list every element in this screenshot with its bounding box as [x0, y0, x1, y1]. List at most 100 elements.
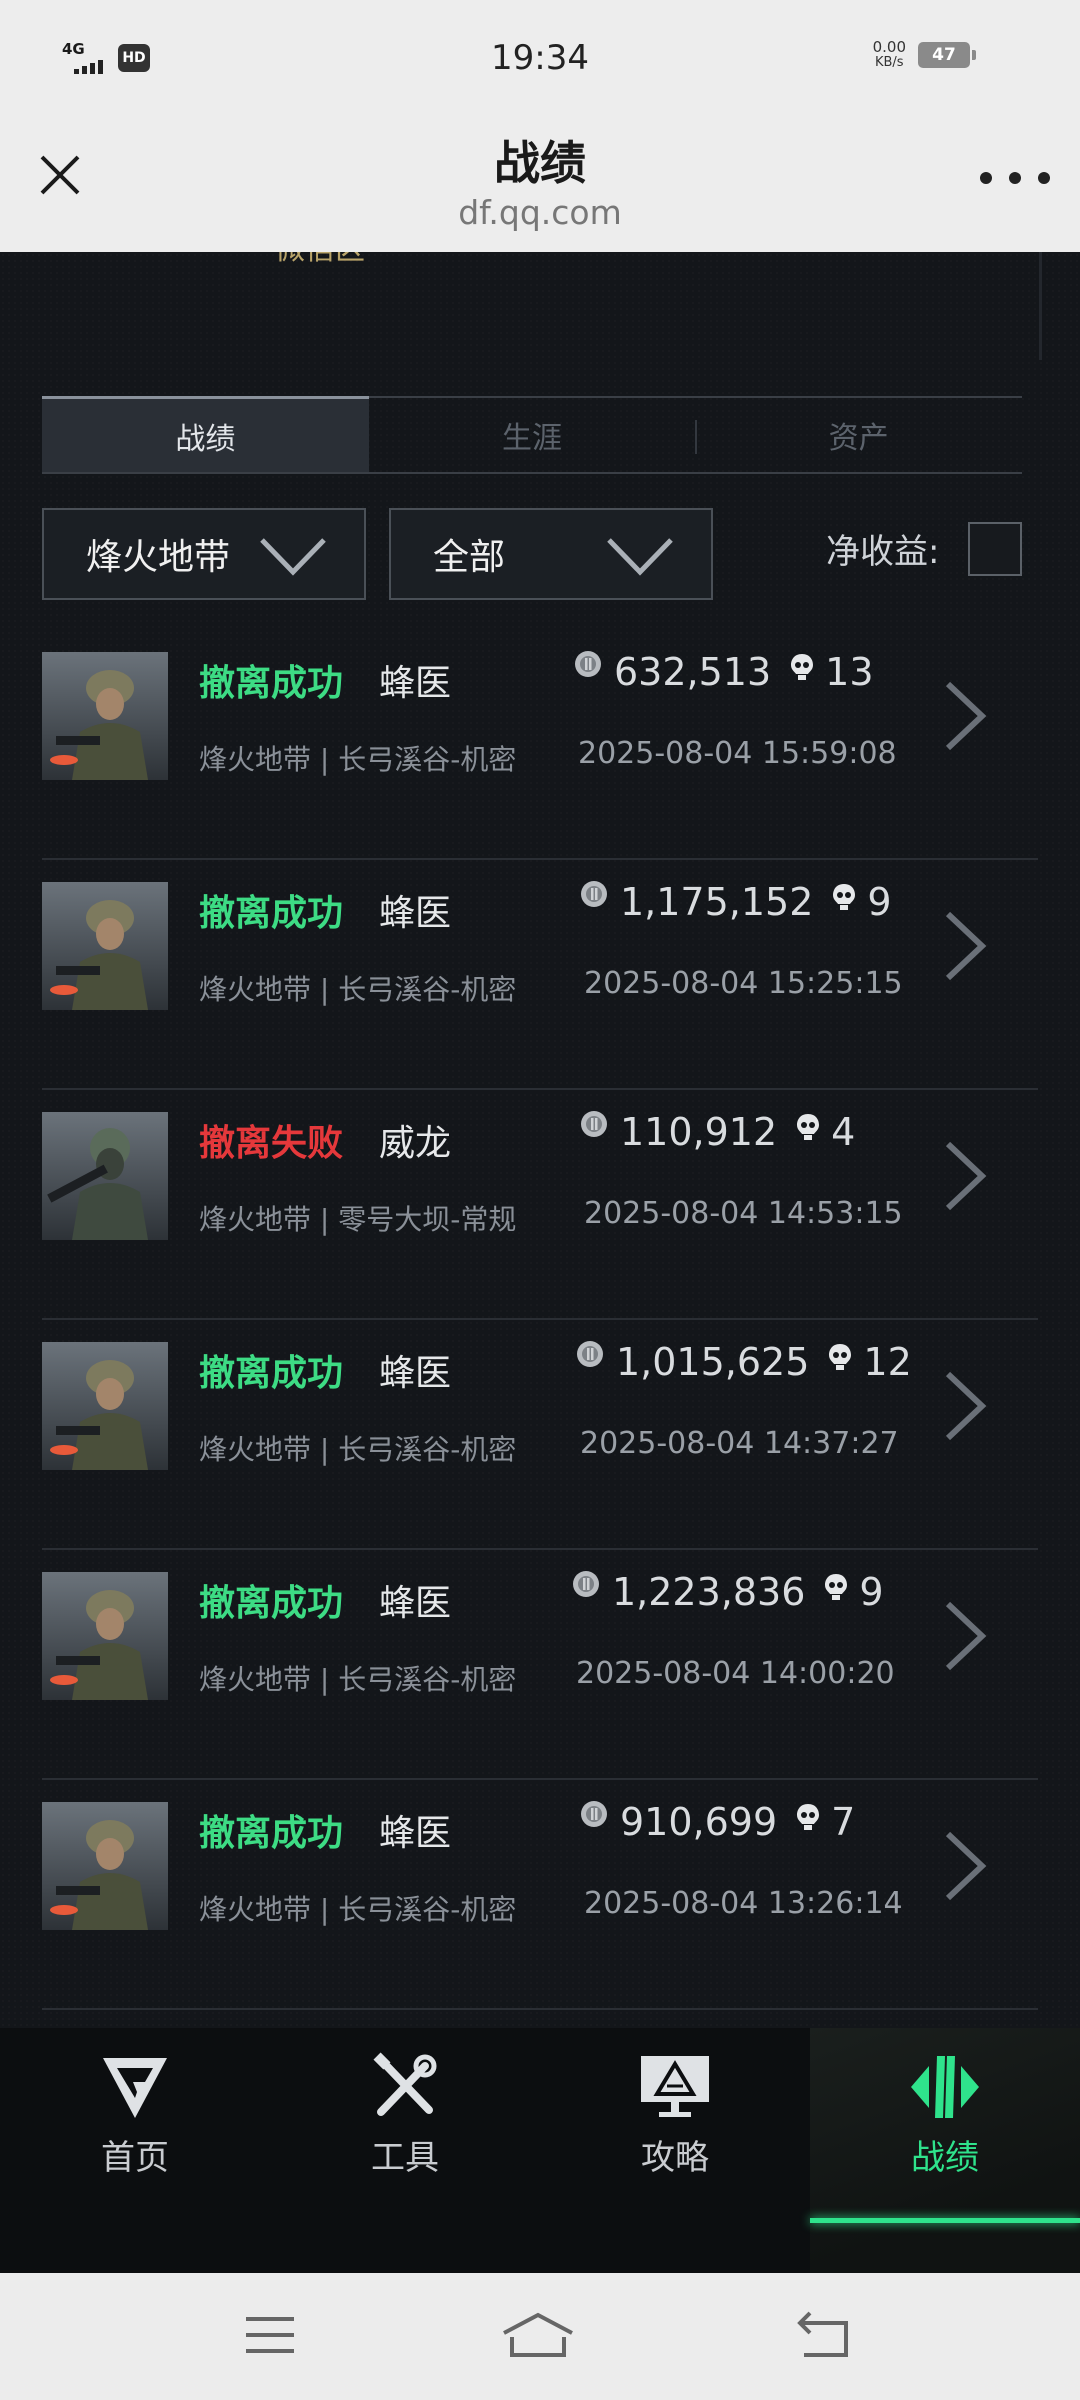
operator-avatar: [42, 882, 168, 1010]
asset-value: 110,912: [620, 1110, 778, 1154]
bottom-nav: 首页 工具 攻略 战绩: [0, 2028, 1080, 2273]
tab-bar: 战绩 生涯 资产: [42, 396, 1022, 474]
value-info: 1,223,836 9: [572, 1570, 884, 1614]
tab-assets[interactable]: 资产: [695, 398, 1022, 472]
net-income-label: 净收益:: [826, 532, 940, 572]
map-location: 烽火地带 | 长弓溪谷-机密: [199, 743, 517, 776]
chevron-right-icon[interactable]: [940, 1368, 990, 1444]
value-info: 632,513 13: [574, 650, 874, 694]
record-row[interactable]: 撤离成功 蜂医 烽火地带 | 长弓溪谷-机密 1,223,836 9 2025-…: [42, 1550, 1038, 1780]
operator-avatar: [42, 1112, 168, 1240]
nav-tools[interactable]: 工具: [270, 2028, 540, 2273]
asset-value: 910,699: [620, 1800, 778, 1844]
operator-name: 蜂医: [379, 1583, 452, 1624]
operator-avatar: [42, 1572, 168, 1700]
asset-value: 1,175,152: [620, 880, 814, 924]
active-indicator: [810, 2218, 1080, 2223]
chevron-down-icon: [607, 538, 673, 576]
record-icon: [911, 2056, 979, 2118]
system-nav-bar: [0, 2273, 1080, 2400]
title-bar: 战绩 df.qq.com: [0, 125, 1080, 252]
more-menu-icon[interactable]: [980, 163, 1050, 193]
value-info: 1,015,625 12: [576, 1340, 912, 1384]
operator-name: 蜂医: [379, 893, 452, 934]
net-income-checkbox[interactable]: [968, 522, 1022, 576]
record-row[interactable]: 撤离成功 蜂医 烽火地带 | 长弓溪谷-机密 632,513 13 2025-0…: [42, 630, 1038, 860]
page-title: 战绩: [494, 136, 586, 190]
page-url: df.qq.com: [458, 193, 622, 232]
kill-count: 12: [863, 1340, 912, 1384]
back-icon[interactable]: [794, 2309, 854, 2361]
record-row[interactable]: 撤离成功 蜂医 烽火地带 | 长弓溪谷-机密 910,699 7 2025-08…: [42, 1780, 1038, 2010]
nav-home-label: 首页: [101, 2138, 169, 2178]
battery-level: 47: [932, 45, 956, 65]
skull-icon: [833, 884, 856, 910]
coin-icon: [581, 881, 607, 907]
kill-count: 4: [831, 1110, 856, 1154]
record-list: 撤离成功 蜂医 烽火地带 | 长弓溪谷-机密 632,513 13 2025-0…: [42, 630, 1038, 2010]
nav-guide-label: 攻略: [641, 2138, 709, 2178]
skull-icon: [829, 1344, 852, 1370]
scope-select[interactable]: 全部: [389, 508, 713, 600]
chevron-right-icon[interactable]: [940, 678, 990, 754]
operator-name: 蜂医: [379, 1813, 452, 1854]
extraction-status: 撤离成功: [199, 893, 344, 934]
main-content: 微信区 战绩 生涯 资产 烽火地带 全部 净收益: 撤离成功 蜂医: [0, 252, 1080, 2028]
value-info: 1,175,152 9: [580, 880, 892, 924]
chevron-right-icon[interactable]: [940, 1138, 990, 1214]
mode-select-value: 烽火地带: [86, 537, 231, 578]
operator-avatar: [42, 1342, 168, 1470]
operator-avatar: [42, 652, 168, 780]
asset-value: 1,015,625: [616, 1340, 810, 1384]
map-location: 烽火地带 | 长弓溪谷-机密: [199, 1893, 517, 1926]
chevron-down-icon: [260, 538, 326, 576]
record-row[interactable]: 撤离失败 威龙 烽火地带 | 零号大坝-常规 110,912 4 2025-08…: [42, 1090, 1038, 1320]
map-location: 烽火地带 | 零号大坝-常规: [199, 1203, 517, 1236]
extraction-status: 撤离失败: [199, 1123, 344, 1164]
operator-name: 蜂医: [379, 663, 452, 704]
status-right: 0.00 KB/s 47: [872, 38, 976, 71]
skull-icon: [825, 1574, 848, 1600]
nav-home[interactable]: 首页: [0, 2028, 270, 2273]
match-time: 2025-08-04 15:25:15: [584, 966, 903, 1001]
network-speed-value: 0.00: [872, 38, 906, 56]
extraction-status: 撤离成功: [199, 1353, 344, 1394]
map-location: 烽火地带 | 长弓溪谷-机密: [199, 1663, 517, 1696]
skull-icon: [797, 1804, 820, 1830]
nav-guide[interactable]: 攻略: [540, 2028, 810, 2273]
region-label: 微信区: [275, 252, 365, 268]
coin-icon: [581, 1111, 607, 1137]
kill-count: 9: [859, 1570, 884, 1614]
operator-name: 蜂医: [379, 1353, 452, 1394]
menu-icon[interactable]: [240, 2309, 300, 2361]
decorative-line: [1039, 252, 1042, 360]
record-row[interactable]: 撤离成功 蜂医 烽火地带 | 长弓溪谷-机密 1,175,152 9 2025-…: [42, 860, 1038, 1090]
tab-career[interactable]: 生涯: [369, 398, 696, 472]
nav-tools-label: 工具: [371, 2138, 439, 2178]
network-speed: 0.00 KB/s: [872, 38, 906, 71]
asset-value: 632,513: [614, 650, 772, 694]
kill-count: 13: [825, 650, 874, 694]
guide-monitor-icon: [641, 2056, 709, 2117]
extraction-status: 撤离成功: [199, 1583, 344, 1624]
tools-icon: [373, 2052, 437, 2116]
mode-select[interactable]: 烽火地带: [42, 508, 366, 600]
home-icon[interactable]: [500, 2309, 576, 2361]
match-time: 2025-08-04 14:37:27: [580, 1426, 899, 1461]
operator-name: 威龙: [379, 1123, 452, 1164]
tab-records[interactable]: 战绩: [42, 396, 369, 472]
chevron-right-icon[interactable]: [940, 1598, 990, 1674]
extraction-status: 撤离成功: [199, 1813, 344, 1854]
match-time: 2025-08-04 13:26:14: [584, 1886, 903, 1921]
chevron-right-icon[interactable]: [940, 1828, 990, 1904]
coin-icon: [581, 1801, 607, 1827]
nav-records[interactable]: 战绩: [810, 2028, 1080, 2273]
match-time: 2025-08-04 14:00:20: [576, 1656, 895, 1691]
match-time: 2025-08-04 15:59:08: [578, 736, 897, 771]
home-logo-icon: [103, 2058, 167, 2118]
battery-icon: 47: [918, 42, 976, 68]
chevron-right-icon[interactable]: [940, 908, 990, 984]
coin-icon: [575, 651, 601, 677]
record-row[interactable]: 撤离成功 蜂医 烽火地带 | 长弓溪谷-机密 1,015,625 12 2025…: [42, 1320, 1038, 1550]
map-location: 烽火地带 | 长弓溪谷-机密: [199, 973, 517, 1006]
